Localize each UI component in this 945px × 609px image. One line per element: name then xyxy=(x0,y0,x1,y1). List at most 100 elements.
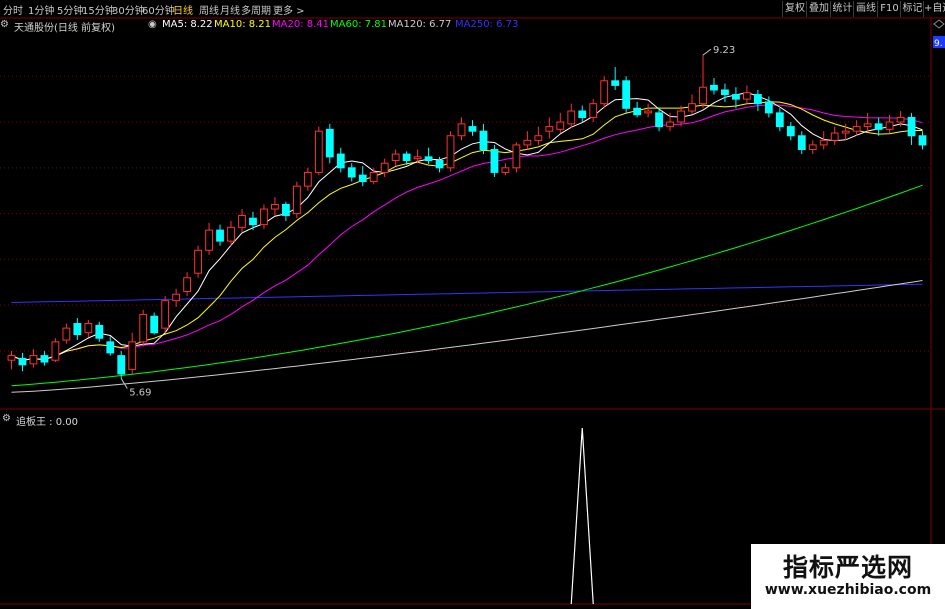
candle-body xyxy=(655,112,663,128)
candle-body xyxy=(666,121,674,128)
candle-body xyxy=(139,313,148,343)
candle-body xyxy=(556,121,565,130)
candle-body xyxy=(227,226,235,242)
candle-body xyxy=(446,135,455,169)
candle-body xyxy=(600,80,609,105)
candle-body xyxy=(172,293,181,302)
candle-body xyxy=(435,159,444,169)
candle-body xyxy=(205,229,213,251)
candle-body xyxy=(117,355,126,375)
candle-body xyxy=(885,121,894,130)
candle-body xyxy=(918,135,927,146)
candle-body xyxy=(7,355,16,361)
candle-body xyxy=(336,153,345,169)
candle-body xyxy=(534,135,543,141)
candle-body xyxy=(512,144,521,169)
high-pointer xyxy=(702,48,712,56)
candle-body xyxy=(325,128,334,158)
ma250-line xyxy=(11,283,923,303)
candle-body xyxy=(380,162,389,173)
candle-body xyxy=(73,323,82,336)
candle-body xyxy=(852,126,861,132)
candle-body xyxy=(567,110,576,125)
candle-body xyxy=(40,355,49,363)
low-price-label: 5.69 xyxy=(129,388,151,399)
candle-body xyxy=(721,89,729,96)
candle-body xyxy=(775,112,784,128)
candle-body xyxy=(238,214,246,228)
candle-body xyxy=(710,84,718,91)
candle-body xyxy=(589,103,598,118)
candle-body xyxy=(29,355,38,365)
candle-body xyxy=(128,341,137,370)
candle-body xyxy=(644,110,653,114)
candle-body xyxy=(764,101,773,114)
candle-body xyxy=(369,171,378,183)
candle-body xyxy=(819,139,828,146)
candle-body xyxy=(62,327,71,341)
candle-body xyxy=(457,123,466,137)
candle-body xyxy=(479,130,488,151)
price-tag-label: 9. xyxy=(934,39,943,49)
candle-body xyxy=(688,103,696,112)
candle-body xyxy=(545,126,554,132)
candle-body xyxy=(622,80,631,109)
candle-body xyxy=(150,315,159,334)
candle-body xyxy=(402,153,411,161)
candle-body xyxy=(271,203,279,210)
expand-icon xyxy=(933,19,945,29)
candle-body xyxy=(106,341,115,354)
candle-body xyxy=(18,357,27,366)
candle-body xyxy=(490,149,499,173)
candle-body xyxy=(523,139,532,146)
candle-body xyxy=(249,217,257,226)
candle-body xyxy=(358,174,367,183)
watermark: 指标严选网 www.xuezhibiao.com xyxy=(751,544,945,609)
candle-body xyxy=(391,153,400,161)
candle-body xyxy=(95,324,104,339)
candle-body xyxy=(742,92,751,100)
watermark-title: 指标严选网 xyxy=(782,553,913,582)
candle-body xyxy=(786,126,795,137)
candle-body xyxy=(194,249,202,274)
candle-body xyxy=(896,116,905,123)
ma20-line xyxy=(11,104,923,361)
candle-body xyxy=(51,341,60,361)
high-price-label: 9.23 xyxy=(713,45,735,56)
candle-body xyxy=(161,300,170,329)
candle-body xyxy=(611,80,620,86)
candle-body xyxy=(424,156,433,161)
kline-chart[interactable]: 9.23 5.69 9. xyxy=(0,0,945,609)
candle-body xyxy=(863,123,872,128)
candle-body xyxy=(216,229,224,242)
candle-body xyxy=(808,144,817,151)
candle-body xyxy=(633,107,642,116)
watermark-url: www.xuezhibiao.com xyxy=(764,582,932,598)
candle-body xyxy=(841,130,850,134)
candle-body xyxy=(183,277,192,292)
candle-body xyxy=(292,185,301,215)
candle-body xyxy=(907,116,916,137)
candle-body xyxy=(874,123,883,130)
candle-body xyxy=(699,86,707,105)
candle-body xyxy=(468,126,477,132)
candle-body xyxy=(84,323,93,334)
ma60-line xyxy=(11,184,923,387)
candle-body xyxy=(260,208,268,226)
candle-body xyxy=(578,110,587,118)
candle-body xyxy=(281,203,290,216)
candle-body xyxy=(303,171,312,187)
candle-body xyxy=(797,135,806,151)
candle-body xyxy=(314,130,323,173)
candle-body xyxy=(677,110,685,123)
candle-body xyxy=(732,94,740,100)
candle-body xyxy=(347,167,356,178)
ma10-line xyxy=(11,101,923,361)
ma120-line xyxy=(11,280,923,393)
candle-body xyxy=(501,167,510,173)
candle-body xyxy=(413,156,422,160)
indicator-spike xyxy=(570,427,594,605)
ma5-line xyxy=(11,92,923,361)
candle-body xyxy=(753,94,762,105)
candle-body xyxy=(830,132,839,141)
